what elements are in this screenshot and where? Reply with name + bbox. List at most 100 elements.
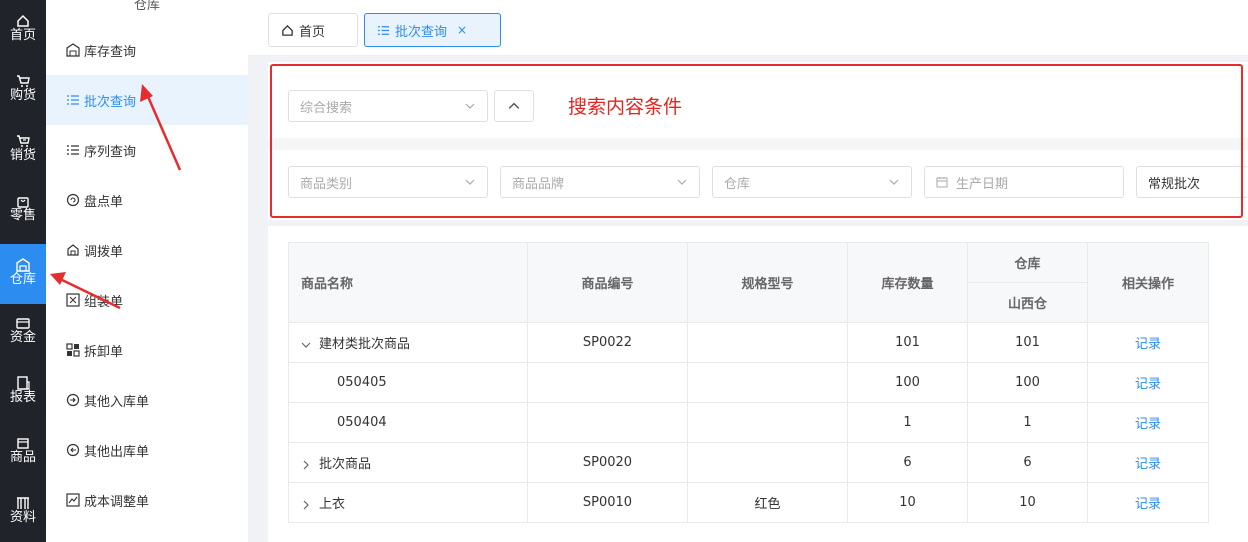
chevron-down-icon[interactable] [301,340,311,350]
chevron-down-icon [465,179,475,185]
chevron-right-icon[interactable] [301,500,311,510]
rail-item-reports[interactable]: 报表 [0,362,46,422]
cell-operations: 记录 [1087,402,1209,443]
category-select[interactable]: 商品类别 [288,166,488,198]
cell-code [527,402,688,443]
general-search-select[interactable]: 综合搜索 [288,90,488,122]
home-icon [17,14,29,27]
submenu-label: 序列查询 [84,144,137,160]
tab-home[interactable]: 首页 [268,13,358,47]
submenu-item-transfer[interactable]: 调拨单 [46,225,248,275]
chevron-down-icon [889,179,899,185]
cart-out-icon [17,135,30,147]
product-name: 建材类批次商品 [319,337,411,352]
cell-operations: 记录 [1087,322,1209,363]
rail-label: 首页 [9,28,36,43]
cell-code: SP0022 [527,322,688,363]
collapse-button[interactable] [494,90,534,122]
tab-label: 批次查询 [395,24,448,40]
category-placeholder: 商品类别 [300,176,353,192]
batch-table: 商品名称 商品编号 规格型号 库存数量 仓库 相关操作 山西仓 建材类批次商品 … [288,242,1209,523]
rail-item-products[interactable]: 商品 [0,422,46,482]
rail-item-home[interactable]: 首页 [0,0,46,60]
report-icon [17,376,30,390]
warehouse-icon [66,43,80,57]
submenu-item-stocktake[interactable]: 盘点单 [46,175,248,225]
submenu-item-serial-query[interactable]: 序列查询 [46,125,248,175]
chevron-down-icon [465,103,475,109]
inbound-icon [66,393,80,407]
record-link[interactable]: 记录 [1135,337,1161,352]
submenu-item-disassembly[interactable]: 拆卸单 [46,325,248,375]
annotation-text: 搜索内容条件 [568,96,683,118]
submenu-label: 盘点单 [84,194,124,210]
submenu-item-batch-query[interactable]: 批次查询 [46,75,248,125]
record-link[interactable]: 记录 [1135,377,1161,392]
batch-type-select[interactable]: 常规批次 [1136,166,1248,198]
header-operations: 相关操作 [1087,242,1209,323]
tab-batch-query[interactable]: 批次查询 × [364,13,501,47]
warehouse-icon [16,258,30,272]
home-icon [282,24,293,36]
warehouse-select[interactable]: 仓库 [712,166,912,198]
submenu-item-stock-query[interactable]: 库存查询 [46,25,248,75]
general-search-placeholder: 综合搜索 [300,100,353,116]
chevron-right-icon[interactable] [301,460,311,470]
list-icon [67,95,79,105]
chevron-up-icon [508,102,520,109]
submenu-label: 拆卸单 [84,344,124,360]
rail-item-sales[interactable]: 销货 [0,120,46,180]
main-content: 首页 批次查询 × 综合搜索 搜索内容条件 商品类别 商品品牌 仓库 生产日期 … [248,0,1248,542]
cell-operations: 记录 [1087,482,1209,523]
calendar-icon [936,177,948,188]
rail-label: 资金 [9,330,36,345]
table-row: 建材类批次商品 SP0022 101 101 记录 [288,322,1209,363]
brand-select[interactable]: 商品品牌 [500,166,700,198]
rail-label: 资料 [9,510,36,525]
search-panel: 综合搜索 搜索内容条件 商品类别 商品品牌 仓库 生产日期 常规批次 [268,62,1248,220]
rail-label: 仓库 [9,272,36,287]
cell-stock: 100 [847,362,968,403]
rail-item-funds[interactable]: 资金 [0,302,46,362]
batch-type-value: 常规批次 [1148,176,1201,192]
production-date-picker[interactable]: 生产日期 [924,166,1124,198]
submenu-item-other-outbound[interactable]: 其他出库单 [46,425,248,475]
cell-code: SP0020 [527,442,688,483]
submenu-label: 其他入库单 [84,394,150,410]
cell-name: 建材类批次商品 [288,322,528,363]
cell-spec [687,402,848,443]
rail-item-purchase[interactable]: 购货 [0,60,46,120]
box-icon [17,438,29,449]
cell-stock: 1 [847,402,968,443]
record-link[interactable]: 记录 [1135,497,1161,512]
tab-bar: 首页 批次查询 × [248,0,1248,56]
assemble-icon [66,293,80,307]
list-icon [377,25,390,35]
cell-name: 050404 [288,402,528,443]
record-link[interactable]: 记录 [1135,417,1161,432]
cell-stock: 101 [847,322,968,363]
cell-operations: 记录 [1087,362,1209,403]
cell-warehouse: 101 [967,322,1088,363]
submenu-item-cost-adjust[interactable]: 成本调整单 [46,475,248,525]
rail-item-retail[interactable]: 零售 [0,180,46,240]
header-warehouse-shanxi: 山西仓 [967,282,1088,323]
list-ordered-icon [67,145,79,155]
submenu-label: 成本调整单 [84,494,150,510]
date-placeholder: 生产日期 [956,176,1009,192]
chevron-down-icon [677,179,687,185]
submenu-item-other-inbound[interactable]: 其他入库单 [46,375,248,425]
close-icon[interactable]: × [457,23,467,37]
rail-item-warehouse[interactable]: 仓库 [0,244,46,304]
submenu-item-assembly[interactable]: 组装单 [46,275,248,325]
divider [268,138,1248,150]
header-code: 商品编号 [527,242,688,323]
cell-name: 上衣 [288,482,528,523]
main-nav-rail: 首页 购货 销货 零售 仓库 资金 报表 商品 资料 [0,0,46,542]
cell-warehouse: 1 [967,402,1088,443]
money-icon [16,318,30,329]
rail-item-data[interactable]: 资料 [0,482,46,542]
record-link[interactable]: 记录 [1135,457,1161,472]
cell-name: 批次商品 [288,442,528,483]
table-row: 050405 100 100 记录 [288,362,1209,403]
